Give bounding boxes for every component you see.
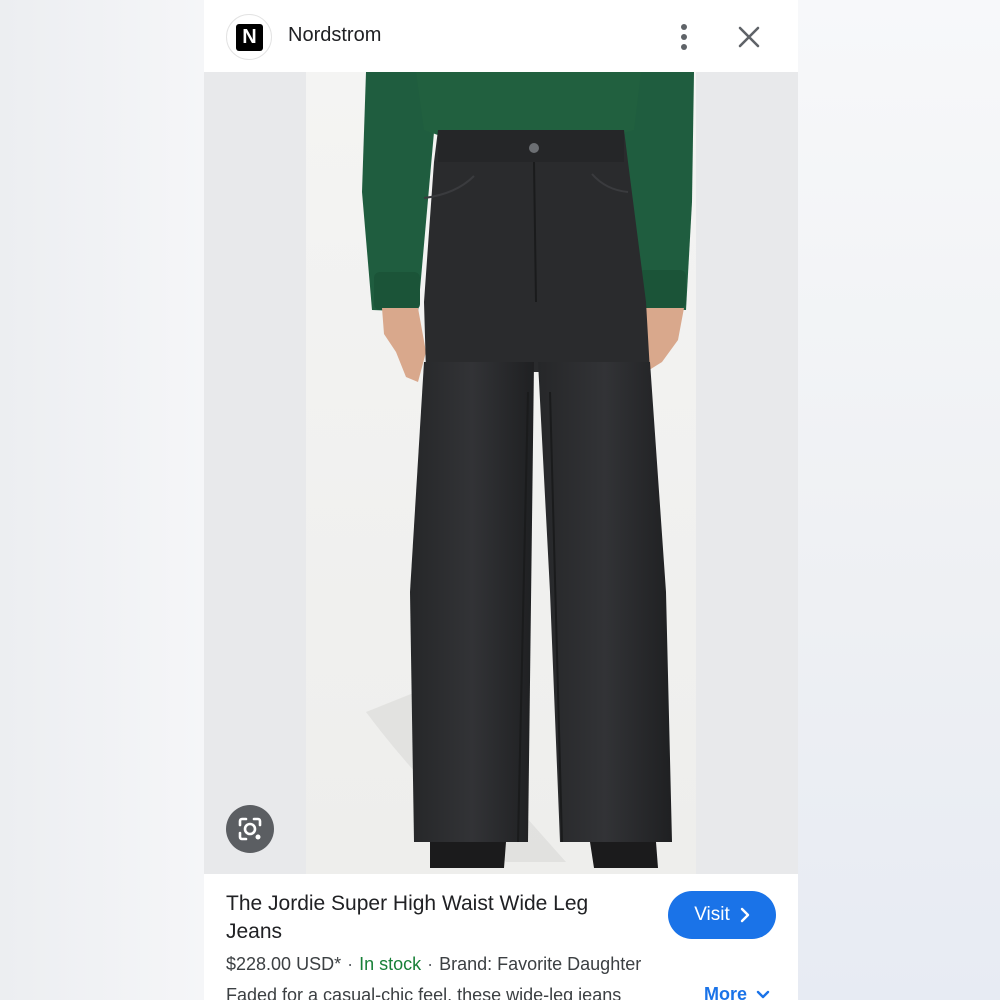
nordstrom-logo: N <box>236 24 263 51</box>
site-favicon: N <box>226 14 272 60</box>
product-image-area <box>204 72 798 874</box>
product-card: N Nordstrom The Jordie Super High Waist … <box>204 0 798 1000</box>
meta-separator: · <box>347 954 354 974</box>
visit-button-label: Visit <box>694 904 730 925</box>
visit-button[interactable]: Visit <box>668 891 776 939</box>
google-lens-icon[interactable] <box>226 805 274 853</box>
site-name: Nordstrom <box>288 24 382 46</box>
card-header: N Nordstrom <box>204 0 798 72</box>
product-price: $228.00 USD* <box>226 954 342 974</box>
product-image[interactable] <box>306 72 696 874</box>
chevron-right-icon <box>740 907 749 923</box>
stock-status: In stock <box>359 954 422 974</box>
product-description: Faded for a casual-chic feel, these wide… <box>226 985 622 1000</box>
product-title[interactable]: The Jordie Super High Waist Wide Leg Jea… <box>226 890 646 946</box>
background-left <box>0 0 204 1000</box>
product-brand: Brand: Favorite Daughter <box>439 954 642 974</box>
product-meta: $228.00 USD* · In stock · Brand: Favorite Da… <box>226 954 641 975</box>
product-info: The Jordie Super High Waist Wide Leg Jea… <box>204 874 798 1000</box>
more-button[interactable]: More <box>704 984 770 1000</box>
close-icon[interactable] <box>734 22 764 52</box>
meta-separator: · <box>427 954 434 974</box>
background-right <box>798 0 1000 1000</box>
more-vert-icon[interactable] <box>674 22 694 52</box>
more-button-label: More <box>704 984 748 1000</box>
chevron-down-icon <box>756 990 770 999</box>
